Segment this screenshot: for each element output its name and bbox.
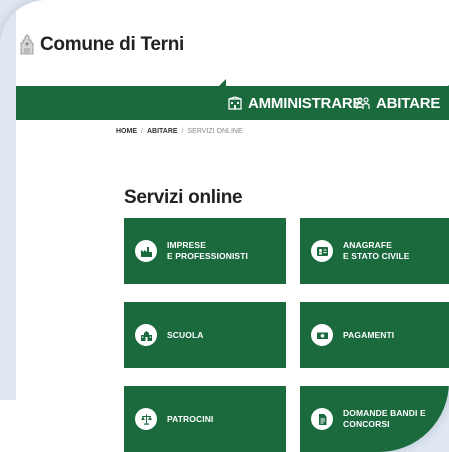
id-card-icon bbox=[311, 240, 333, 262]
breadcrumb: HOME / ABITARE / SERVIZI ONLINE bbox=[116, 128, 243, 135]
nav-notch bbox=[219, 79, 226, 86]
tile-label-line1: PATROCINI bbox=[167, 413, 214, 424]
tile-pagamenti[interactable]: PAGAMENTI bbox=[300, 302, 449, 368]
tile-anagrafe[interactable]: ANAGRAFE E STATO CIVILE bbox=[300, 218, 449, 284]
tile-imprese[interactable]: IMPRESE E PROFESSIONISTI bbox=[124, 218, 286, 284]
tile-label-line1: SCUOLA bbox=[167, 329, 204, 340]
tile-label: ANAGRAFE E STATO CIVILE bbox=[343, 240, 410, 262]
people-icon bbox=[356, 97, 370, 109]
city-crest-icon bbox=[20, 34, 34, 55]
tile-label-line2: E STATO CIVILE bbox=[343, 251, 410, 261]
tile-label: PATROCINI bbox=[167, 414, 213, 425]
breadcrumb-current: SERVIZI ONLINE bbox=[187, 128, 243, 135]
tile-label-line1: IMPRESE bbox=[167, 240, 206, 250]
tile-patrocini[interactable]: PATROCINI bbox=[124, 386, 286, 452]
tile-label-line1: ANAGRAFE bbox=[343, 240, 392, 250]
site-brand[interactable]: Comune di Terni bbox=[18, 33, 184, 57]
breadcrumb-abitare[interactable]: ABITARE bbox=[147, 128, 178, 135]
breadcrumb-separator: / bbox=[141, 128, 143, 135]
tile-label: DOMANDE BANDI E CONCORSI bbox=[343, 408, 426, 430]
tile-label-line2: E PROFESSIONISTI bbox=[167, 251, 248, 261]
building-icon bbox=[228, 96, 242, 110]
breadcrumb-home[interactable]: HOME bbox=[116, 128, 137, 135]
tile-label: IMPRESE E PROFESSIONISTI bbox=[167, 240, 248, 262]
nav-item-abitare[interactable]: ABITARE bbox=[356, 94, 440, 112]
breadcrumb-separator: / bbox=[181, 128, 184, 135]
tile-domande-bandi[interactable]: DOMANDE BANDI E CONCORSI bbox=[300, 386, 449, 452]
page-card: Comune di Terni AMMINISTRARE ABITARE HOM… bbox=[0, 0, 449, 452]
school-icon bbox=[135, 324, 157, 346]
tile-label: SCUOLA bbox=[167, 330, 204, 341]
nav-label: ABITARE bbox=[376, 94, 441, 112]
tile-label-line2: CONCORSI bbox=[343, 419, 390, 429]
scales-icon bbox=[135, 408, 157, 430]
document-icon bbox=[311, 408, 333, 430]
banknote-icon bbox=[311, 324, 333, 346]
factory-icon bbox=[135, 240, 157, 262]
tile-label: PAGAMENTI bbox=[343, 330, 394, 341]
page-title: Servizi online bbox=[124, 187, 243, 208]
nav-label: AMMINISTRARE bbox=[248, 94, 363, 112]
main-navbar: AMMINISTRARE ABITARE bbox=[16, 79, 449, 120]
nav-item-amministrare[interactable]: AMMINISTRARE bbox=[228, 94, 362, 112]
side-strip bbox=[0, 0, 16, 400]
tile-label-line1: DOMANDE BANDI E bbox=[343, 408, 426, 418]
site-title: Comune di Terni bbox=[40, 34, 184, 55]
tile-scuola[interactable]: SCUOLA bbox=[124, 302, 286, 368]
tile-label-line1: PAGAMENTI bbox=[343, 329, 395, 340]
